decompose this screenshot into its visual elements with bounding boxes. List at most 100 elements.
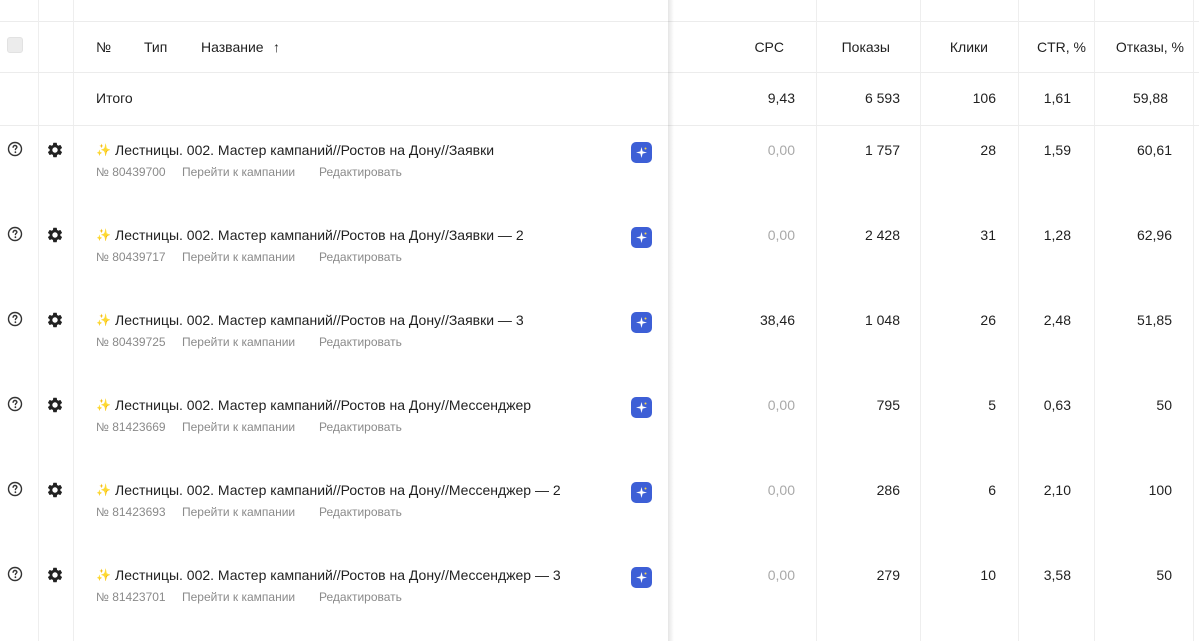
cell-clicks: 6: [988, 482, 996, 498]
cell-shows: 2 428: [864, 227, 900, 243]
campaign-id: № 81423701: [96, 590, 166, 604]
go-to-campaign-link[interactable]: Перейти к кампании: [182, 505, 295, 519]
cell-ctr: 1,28: [1043, 227, 1071, 243]
cell-ctr: 3,58: [1043, 567, 1071, 583]
totals-clicks: 106: [972, 90, 996, 106]
help-circle-icon[interactable]: [7, 566, 23, 582]
cell-bounce: 50: [1156, 567, 1172, 583]
cell-cpc: 0,00: [767, 227, 795, 243]
campaign-name[interactable]: Лестницы. 002. Мастер кампаний//Ростов н…: [115, 397, 531, 413]
gear-icon[interactable]: [46, 396, 64, 414]
totals-label: Итого: [96, 90, 133, 106]
cell-shows: 286: [876, 482, 900, 498]
cell-ctr: 0,63: [1043, 397, 1071, 413]
master-campaign-icon: ✨: [96, 143, 111, 157]
help-circle-icon[interactable]: [7, 141, 23, 157]
table-row: ✨ Лестницы. 002. Мастер кампаний//Ростов …: [0, 466, 1199, 551]
campaign-id: № 81423693: [96, 505, 166, 519]
column-header-shows[interactable]: Показы: [800, 39, 890, 55]
cell-clicks: 10: [980, 567, 996, 583]
ai-badge[interactable]: [631, 482, 652, 503]
table-row: ✨ Лестницы. 002. Мастер кампаний//Ростов …: [0, 551, 1199, 636]
go-to-campaign-link[interactable]: Перейти к кампании: [182, 335, 295, 349]
header-divider: [0, 72, 1199, 73]
column-header-type[interactable]: Тип: [144, 39, 167, 55]
gear-icon[interactable]: [46, 566, 64, 584]
cell-clicks: 31: [980, 227, 996, 243]
column-header-ctr[interactable]: CTR, %: [1000, 39, 1086, 55]
go-to-campaign-link[interactable]: Перейти к кампании: [182, 165, 295, 179]
totals-shows: 6 593: [864, 90, 900, 106]
campaign-name[interactable]: Лестницы. 002. Мастер кампаний//Ростов н…: [115, 142, 494, 158]
ai-badge[interactable]: [631, 227, 652, 248]
table-row: ✨ Лестницы. 002. Мастер кампаний//Ростов …: [0, 126, 1199, 211]
master-campaign-icon: ✨: [96, 313, 111, 327]
cell-cpc: 0,00: [767, 142, 795, 158]
cell-ctr: 1,59: [1043, 142, 1071, 158]
edit-campaign-link[interactable]: Редактировать: [319, 590, 402, 604]
column-header-clicks[interactable]: Клики: [900, 39, 988, 55]
campaign-id: № 80439725: [96, 335, 166, 349]
cell-bounce: 51,85: [1136, 312, 1172, 328]
ai-badge[interactable]: [631, 397, 652, 418]
go-to-campaign-link[interactable]: Перейти к кампании: [182, 250, 295, 264]
column-header-name[interactable]: Название: [201, 39, 264, 55]
campaign-name[interactable]: Лестницы. 002. Мастер кампаний//Ростов н…: [115, 227, 524, 243]
cell-cpc: 0,00: [767, 397, 795, 413]
ai-badge[interactable]: [631, 567, 652, 588]
table-row: ✨ Лестницы. 002. Мастер кампаний//Ростов …: [0, 211, 1199, 296]
gear-icon[interactable]: [46, 481, 64, 499]
totals-cpc: 9,43: [767, 90, 795, 106]
cell-bounce: 60,61: [1136, 142, 1172, 158]
cell-clicks: 5: [988, 397, 996, 413]
help-circle-icon[interactable]: [7, 311, 23, 327]
edit-campaign-link[interactable]: Редактировать: [319, 250, 402, 264]
cell-clicks: 26: [980, 312, 996, 328]
go-to-campaign-link[interactable]: Перейти к кампании: [182, 590, 295, 604]
cell-shows: 1 757: [864, 142, 900, 158]
cell-bounce: 100: [1148, 482, 1172, 498]
top-strip: [0, 0, 1199, 22]
cell-shows: 795: [876, 397, 900, 413]
column-header-number[interactable]: №: [96, 39, 111, 55]
campaign-id: № 80439717: [96, 250, 166, 264]
ai-badge[interactable]: [631, 312, 652, 333]
cell-ctr: 2,10: [1043, 482, 1071, 498]
gear-icon[interactable]: [46, 141, 64, 159]
gear-icon[interactable]: [46, 311, 64, 329]
edit-campaign-link[interactable]: Редактировать: [319, 420, 402, 434]
campaign-id: № 81423669: [96, 420, 166, 434]
cell-shows: 1 048: [864, 312, 900, 328]
help-circle-icon[interactable]: [7, 226, 23, 242]
campaign-name[interactable]: Лестницы. 002. Мастер кампаний//Ростов н…: [115, 567, 561, 583]
gear-icon[interactable]: [46, 226, 64, 244]
cell-ctr: 2,48: [1043, 312, 1071, 328]
cell-clicks: 28: [980, 142, 996, 158]
totals-bounce: 59,88: [1132, 90, 1168, 106]
master-campaign-icon: ✨: [96, 228, 111, 242]
help-circle-icon[interactable]: [7, 481, 23, 497]
table-row: ✨ Лестницы. 002. Мастер кампаний//Ростов …: [0, 381, 1199, 466]
go-to-campaign-link[interactable]: Перейти к кампании: [182, 420, 295, 434]
master-campaign-icon: ✨: [96, 483, 111, 497]
edit-campaign-link[interactable]: Редактировать: [319, 335, 402, 349]
ai-badge[interactable]: [631, 142, 652, 163]
cell-shows: 279: [876, 567, 900, 583]
column-header-cpc[interactable]: CPC: [700, 39, 784, 55]
campaign-name[interactable]: Лестницы. 002. Мастер кампаний//Ростов н…: [115, 482, 561, 498]
edit-campaign-link[interactable]: Редактировать: [319, 505, 402, 519]
cell-cpc: 0,00: [767, 567, 795, 583]
edit-campaign-link[interactable]: Редактировать: [319, 165, 402, 179]
sort-ascending-icon[interactable]: ↑: [273, 39, 280, 55]
column-header-bounce[interactable]: Отказы, %: [1094, 39, 1184, 55]
totals-ctr: 1,61: [1043, 90, 1071, 106]
select-all-checkbox[interactable]: [7, 37, 23, 53]
campaign-name[interactable]: Лестницы. 002. Мастер кампаний//Ростов н…: [115, 312, 524, 328]
cell-bounce: 50: [1156, 397, 1172, 413]
cell-bounce: 62,96: [1136, 227, 1172, 243]
cell-cpc: 38,46: [759, 312, 795, 328]
master-campaign-icon: ✨: [96, 398, 111, 412]
master-campaign-icon: ✨: [96, 568, 111, 582]
help-circle-icon[interactable]: [7, 396, 23, 412]
table-row: ✨ Лестницы. 002. Мастер кампаний//Ростов …: [0, 296, 1199, 381]
